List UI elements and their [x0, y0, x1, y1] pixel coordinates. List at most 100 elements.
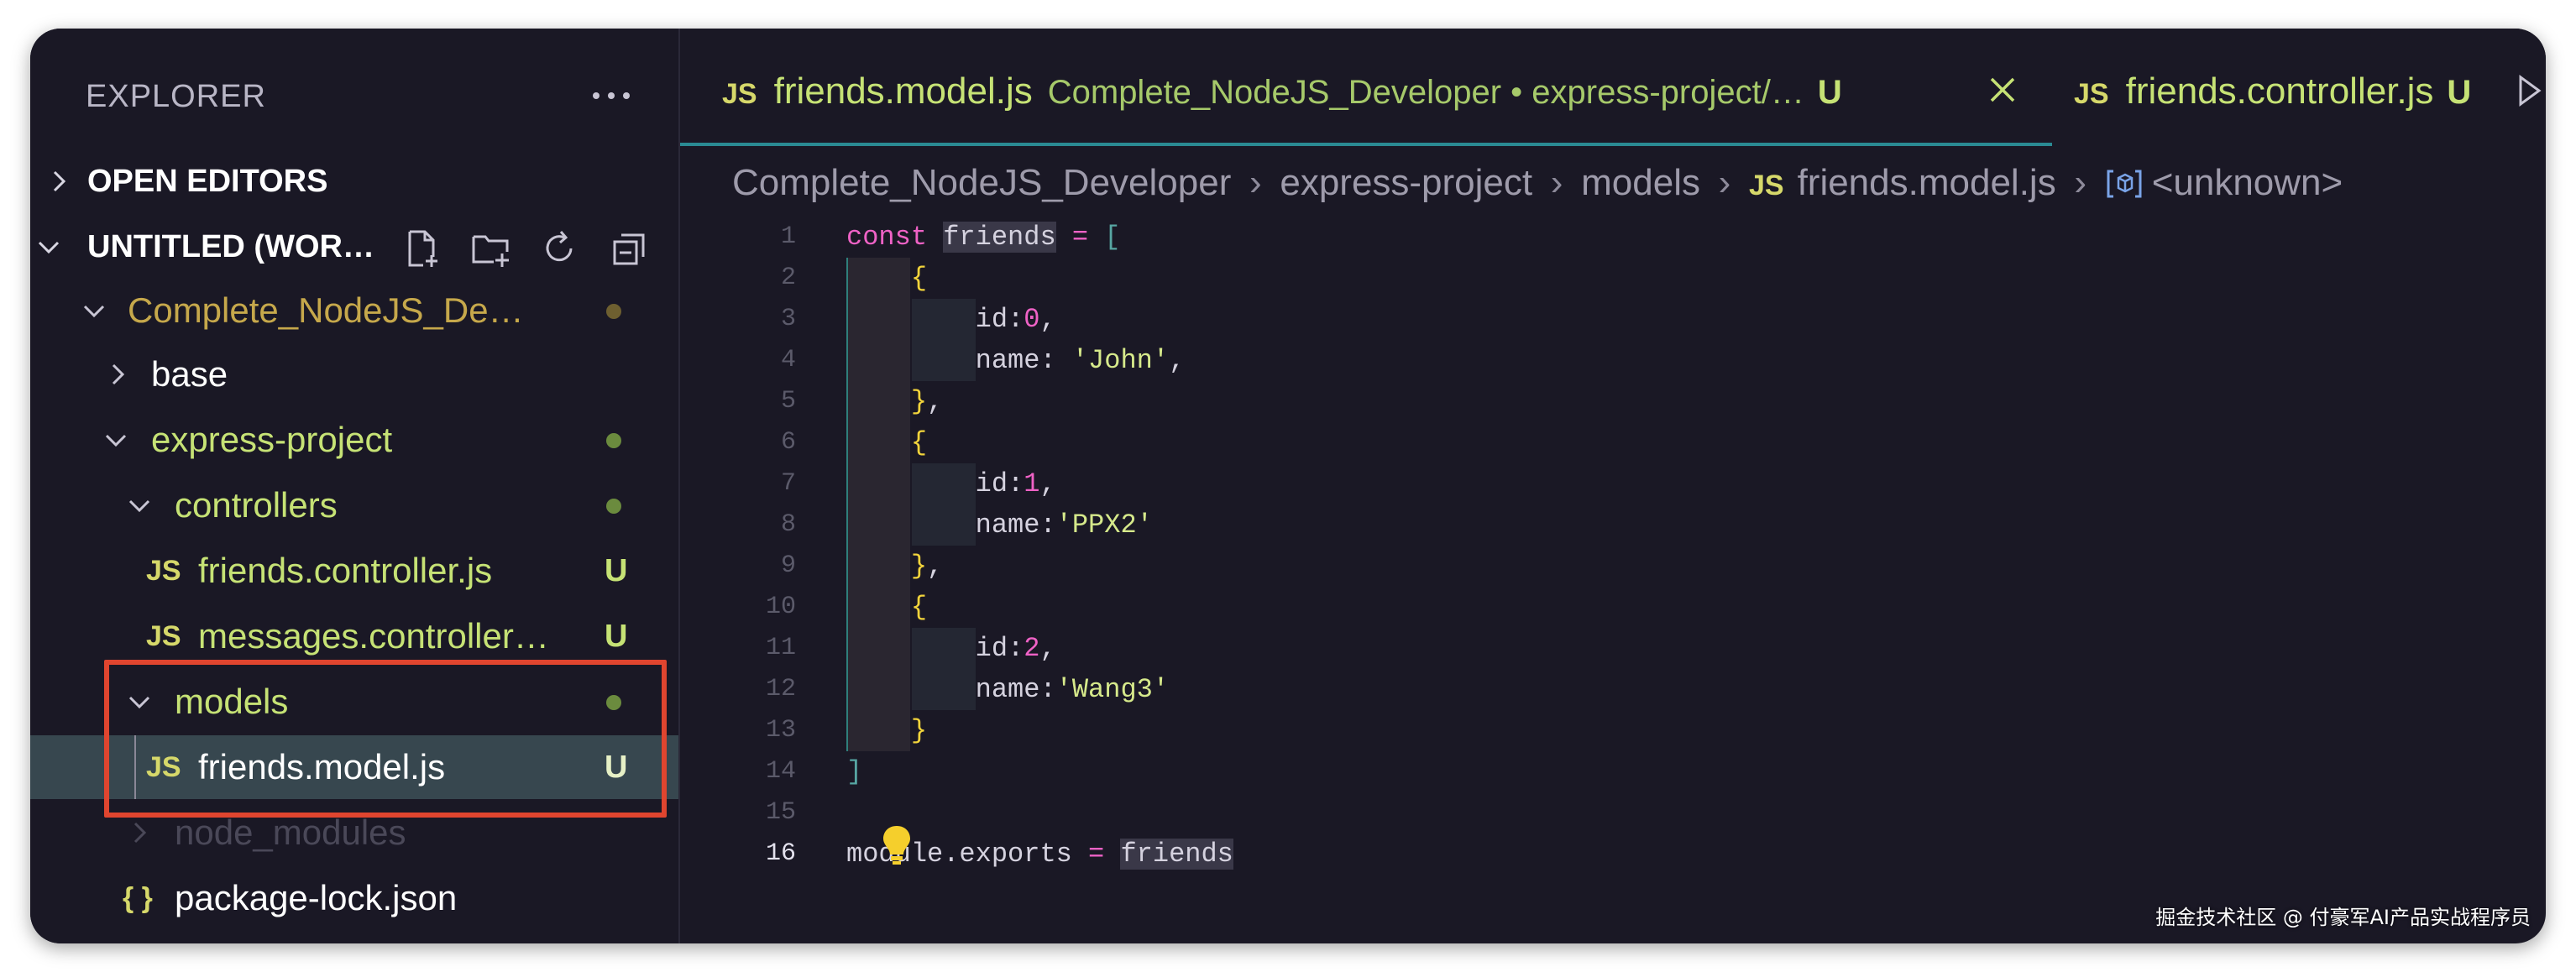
- tree-label: friends.controller.js: [198, 551, 493, 590]
- open-editors-label: OPEN EDITORS: [87, 164, 328, 199]
- breadcrumb-file[interactable]: friends.model.js: [1798, 162, 2056, 203]
- line-number: 9: [780, 551, 796, 580]
- code-token: ,: [1039, 468, 1056, 499]
- code-token: 'Wang3': [1055, 674, 1170, 705]
- code-token: ,: [1039, 633, 1056, 664]
- code-token: ,: [1039, 304, 1056, 335]
- close-icon[interactable]: [1988, 76, 2017, 104]
- code-token: {: [910, 263, 928, 294]
- tree-file-messages-controller[interactable]: JS messages.controller… U: [30, 604, 678, 668]
- chevron-right-icon: [112, 363, 125, 385]
- breadcrumb-item[interactable]: express-project: [1280, 162, 1532, 203]
- code-line: }: [846, 710, 927, 751]
- tree-folder-base[interactable]: base: [30, 342, 678, 406]
- collapse-all-icon[interactable]: [610, 228, 650, 269]
- chevron-right-icon: ›: [1550, 162, 1563, 203]
- code-line: {: [846, 422, 927, 463]
- js-file-icon: JS: [2074, 78, 2109, 110]
- watermark: 掘金技术社区 @ 付豪军AI产品实战程序员: [2155, 906, 2531, 929]
- code-editor[interactable]: 1 2 3 4 5 6 7 8 9 10 11 12 13 14 15 16 const friends = …: [680, 217, 2546, 943]
- chevron-down-icon: [83, 305, 105, 318]
- line-number: 2: [780, 264, 796, 292]
- line-number: 7: [780, 469, 796, 498]
- tab-friends-controller[interactable]: JS friends.controller.js U: [2074, 29, 2544, 146]
- untracked-badge: U: [1817, 74, 1842, 111]
- code-token: ,: [927, 386, 944, 417]
- editor-tab-bar: JS friends.model.js Complete_NodeJS_Develo…: [680, 29, 2546, 146]
- breadcrumb-item[interactable]: Complete_NodeJS_Developer: [732, 162, 1231, 203]
- code-token: ,: [927, 551, 944, 582]
- line-number: 1: [780, 222, 796, 251]
- tree-folder-express-project[interactable]: express-project: [30, 408, 678, 472]
- code-token: }: [910, 715, 928, 746]
- code-line: {: [846, 587, 927, 628]
- code-line: id:1,: [846, 463, 1056, 504]
- code-token: id:: [846, 304, 1024, 335]
- untracked-dot: [606, 433, 621, 448]
- tab-label: friends.model.js: [773, 71, 1033, 112]
- code-line: ]: [846, 751, 862, 792]
- chevron-right-icon: [134, 822, 147, 844]
- code-token: friends: [1120, 839, 1233, 870]
- code-line: name:'Wang3': [846, 669, 1169, 710]
- line-number: 12: [765, 675, 796, 703]
- code-line: name: 'John',: [846, 340, 1186, 381]
- workspace-section[interactable]: UNTITLED (WOR…: [30, 217, 678, 277]
- open-editors-section[interactable]: OPEN EDITORS: [30, 151, 678, 212]
- tab-friends-model[interactable]: JS friends.model.js Complete_NodeJS_Develo…: [680, 29, 2052, 146]
- breadcrumb-symbol[interactable]: <unknown>: [2152, 162, 2343, 203]
- code-token: =: [1055, 222, 1105, 253]
- code-token: id:: [846, 633, 1024, 664]
- tab-label: friends.controller.js: [2125, 71, 2434, 112]
- chevron-right-icon: ›: [2074, 162, 2087, 203]
- chevron-right-icon: ›: [1718, 162, 1731, 203]
- code-token: =: [1088, 839, 1121, 870]
- code-line: const friends = [: [846, 217, 1120, 258]
- code-line: id:2,: [846, 628, 1056, 669]
- line-number: 13: [765, 716, 796, 745]
- js-file-icon: JS: [1748, 170, 1784, 201]
- code-token: const: [846, 222, 944, 253]
- refresh-icon[interactable]: [539, 228, 579, 269]
- breadcrumb: Complete_NodeJS_Developer › express-projec…: [732, 158, 2343, 208]
- tree-file-package-lock[interactable]: { } package-lock.json: [30, 866, 678, 930]
- tree-label: controllers: [175, 485, 338, 525]
- code-token: name:: [846, 345, 1072, 376]
- symbol-icon: [2107, 170, 2142, 198]
- code-token: 'PPX2': [1055, 510, 1153, 541]
- line-number: 6: [780, 428, 796, 457]
- new-file-icon[interactable]: [401, 228, 442, 269]
- breadcrumb-item[interactable]: models: [1581, 162, 1700, 203]
- new-folder-icon[interactable]: [470, 228, 510, 269]
- tree-folder-controllers[interactable]: controllers: [30, 473, 678, 537]
- line-number: 14: [765, 757, 796, 786]
- code-token: 0: [1024, 304, 1040, 335]
- tree-folder-complete-nodejs[interactable]: Complete_NodeJS_De…: [30, 279, 678, 342]
- code-token: }: [910, 386, 928, 417]
- tree-file-friends-controller[interactable]: JS friends.controller.js U: [30, 539, 678, 603]
- explorer-title: EXPLORER: [86, 79, 266, 114]
- chevron-right-icon: [53, 170, 66, 192]
- chevron-down-icon: [38, 241, 60, 254]
- more-actions-icon[interactable]: [591, 89, 631, 102]
- line-number: 5: [780, 387, 796, 415]
- line-number: 3: [780, 305, 796, 333]
- code-token: {: [910, 592, 928, 623]
- chevron-down-icon: [128, 499, 150, 513]
- lightbulb-icon[interactable]: [880, 823, 914, 866]
- code-line: id:0,: [846, 299, 1056, 340]
- run-icon[interactable]: [2517, 74, 2542, 107]
- code-line: {: [846, 258, 927, 299]
- untracked-badge: U: [2447, 74, 2472, 111]
- code-line: },: [846, 381, 943, 422]
- js-file-icon: JS: [722, 78, 757, 110]
- code-token: ]: [846, 756, 863, 787]
- line-number: 11: [765, 634, 796, 662]
- code-line: name:'PPX2': [846, 504, 1153, 546]
- tab-path: Complete_NodeJS_Developer • express-proj…: [1047, 74, 1804, 111]
- line-number: 4: [780, 346, 796, 374]
- code-token: 'John': [1071, 345, 1170, 376]
